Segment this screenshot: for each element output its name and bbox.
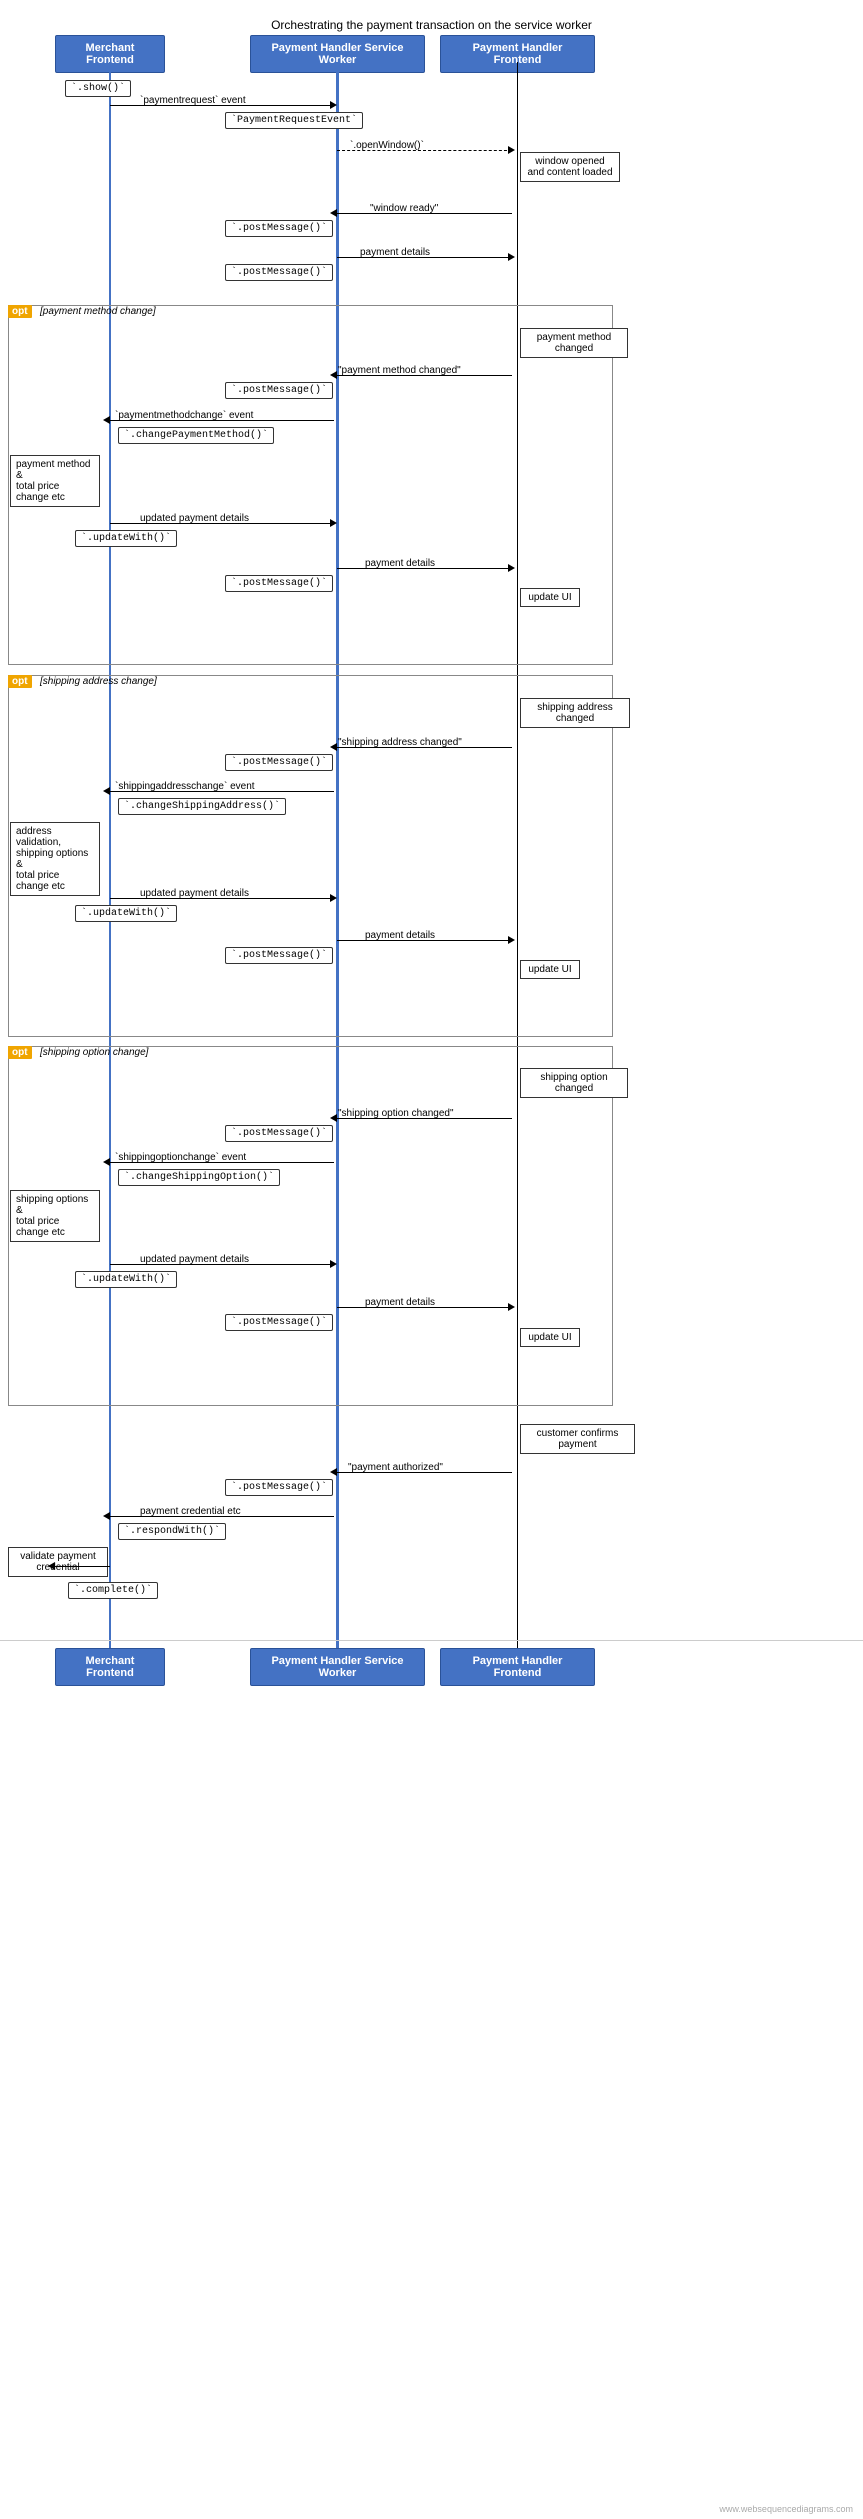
- payment-details-1-arrowhead: [508, 253, 515, 261]
- payment-credential-arrowhead: [103, 1512, 110, 1520]
- post-message-9: `.postMessage()`: [225, 1479, 333, 1496]
- payment-details-1-label: payment details: [360, 247, 430, 258]
- post-message-4: `.postMessage()`: [225, 575, 333, 592]
- address-validation-note: address validation,shipping options &tot…: [10, 822, 100, 896]
- payment-credential-label: payment credential etc: [140, 1506, 241, 1517]
- change-payment-method-box: `.changePaymentMethod()`: [118, 427, 274, 444]
- payment-method-side-note: payment method &total price change etc: [10, 455, 100, 507]
- post-message-5: `.postMessage()`: [225, 754, 333, 771]
- update-ui-1: update UI: [520, 588, 580, 607]
- updated-payment-3-arrowhead: [330, 1260, 337, 1268]
- payment-details-2-arrowhead: [508, 564, 515, 572]
- payment-details-2-label: payment details: [365, 558, 435, 569]
- update-with-3: `.updateWith()`: [75, 1271, 177, 1288]
- post-message-7: `.postMessage()`: [225, 1125, 333, 1142]
- show-method: `.show()`: [65, 80, 131, 97]
- shipping-address-changed-label: "shipping address changed": [338, 737, 462, 748]
- payment-method-changed-label: "payment method changed": [338, 365, 461, 376]
- shipping-address-changed-arrowhead: [330, 743, 337, 751]
- post-message-2: `.postMessage()`: [225, 264, 333, 281]
- payment-details-3-label: payment details: [365, 930, 435, 941]
- fragment-condition-1: [payment method change]: [40, 306, 156, 317]
- shippingoptionchange-arrowhead: [103, 1158, 110, 1166]
- shippingaddresschange-arrowhead: [103, 787, 110, 795]
- window-ready-arrowhead: [330, 209, 337, 217]
- updated-payment-2-arrowhead: [330, 894, 337, 902]
- opt-label-3: opt: [8, 1046, 32, 1059]
- validate-arrowhead: [48, 1562, 55, 1570]
- payment-details-3-arrowhead: [508, 936, 515, 944]
- update-with-2: `.updateWith()`: [75, 905, 177, 922]
- paymentmethodchange-label: `paymentmethodchange` event: [115, 410, 253, 421]
- payment-request-event-box: `PaymentRequestEvent`: [225, 112, 363, 129]
- updated-payment-3-label: updated payment details: [140, 1254, 249, 1265]
- open-window-arrowhead: [508, 146, 515, 154]
- payment-authorized-label: "payment authorized": [348, 1462, 443, 1473]
- updated-payment-1-arrowhead: [330, 519, 337, 527]
- paymentrequest-arrowhead: [330, 101, 337, 109]
- fragment-condition-3: [shipping option change]: [40, 1047, 148, 1058]
- updated-payment-1-label: updated payment details: [140, 513, 249, 524]
- shipping-option-changed-arrowhead: [330, 1114, 337, 1122]
- window-ready-label: "window ready": [370, 203, 438, 214]
- updated-payment-2-label: updated payment details: [140, 888, 249, 899]
- shipping-address-changed-note: shipping address changed: [520, 698, 630, 728]
- change-shipping-address-box: `.changeShippingAddress()`: [118, 798, 286, 815]
- paymentmethodchange-arrowhead: [103, 416, 110, 424]
- post-message-3: `.postMessage()`: [225, 382, 333, 399]
- respond-with-box: `.respondWith()`: [118, 1523, 226, 1540]
- update-with-1: `.updateWith()`: [75, 530, 177, 547]
- shippingoptionchange-label: `shippingoptionchange` event: [115, 1152, 246, 1163]
- change-shipping-option-box: `.changeShippingOption()`: [118, 1169, 280, 1186]
- lifeline-sw-bottom: Payment Handler Service Worker: [250, 1648, 425, 1686]
- opt-label-1: opt: [8, 305, 32, 318]
- shipping-option-changed-note: shipping option changed: [520, 1068, 628, 1098]
- footer-separator: [0, 1640, 863, 1641]
- post-message-1: `.postMessage()`: [225, 220, 333, 237]
- open-window-label: `.openWindow()`: [350, 140, 424, 151]
- watermark: www.websequencediagrams.com: [719, 2504, 853, 2514]
- update-ui-2: update UI: [520, 960, 580, 979]
- fragment-condition-2: [shipping address change]: [40, 676, 157, 687]
- lifeline-frontend-bottom: Payment Handler Frontend: [440, 1648, 595, 1686]
- post-message-8: `.postMessage()`: [225, 1314, 333, 1331]
- payment-method-changed-arrowhead: [330, 371, 337, 379]
- shipping-option-changed-label: "shipping option changed": [338, 1108, 454, 1119]
- window-opened-note: window openedand content loaded: [520, 152, 620, 182]
- complete-box: `.complete()`: [68, 1582, 158, 1599]
- payment-details-4-arrowhead: [508, 1303, 515, 1311]
- customer-confirms-note: customer confirms payment: [520, 1424, 635, 1454]
- validate-arrow: [55, 1566, 110, 1567]
- update-ui-3: update UI: [520, 1328, 580, 1347]
- payment-method-changed-note: payment method changed: [520, 328, 628, 358]
- lifeline-merchant-bottom: Merchant Frontend: [55, 1648, 165, 1686]
- shippingaddresschange-label: `shippingaddresschange` event: [115, 781, 255, 792]
- payment-authorized-arrowhead: [330, 1468, 337, 1476]
- shipping-options-note: shipping options &total price change etc: [10, 1190, 100, 1242]
- paymentrequest-label: `paymentrequest` event: [140, 95, 246, 106]
- opt-label-2: opt: [8, 675, 32, 688]
- validate-credential-note: validate payment credential: [8, 1547, 108, 1577]
- payment-details-4-label: payment details: [365, 1297, 435, 1308]
- diagram-container: Orchestrating the payment transaction on…: [0, 0, 863, 2519]
- post-message-6: `.postMessage()`: [225, 947, 333, 964]
